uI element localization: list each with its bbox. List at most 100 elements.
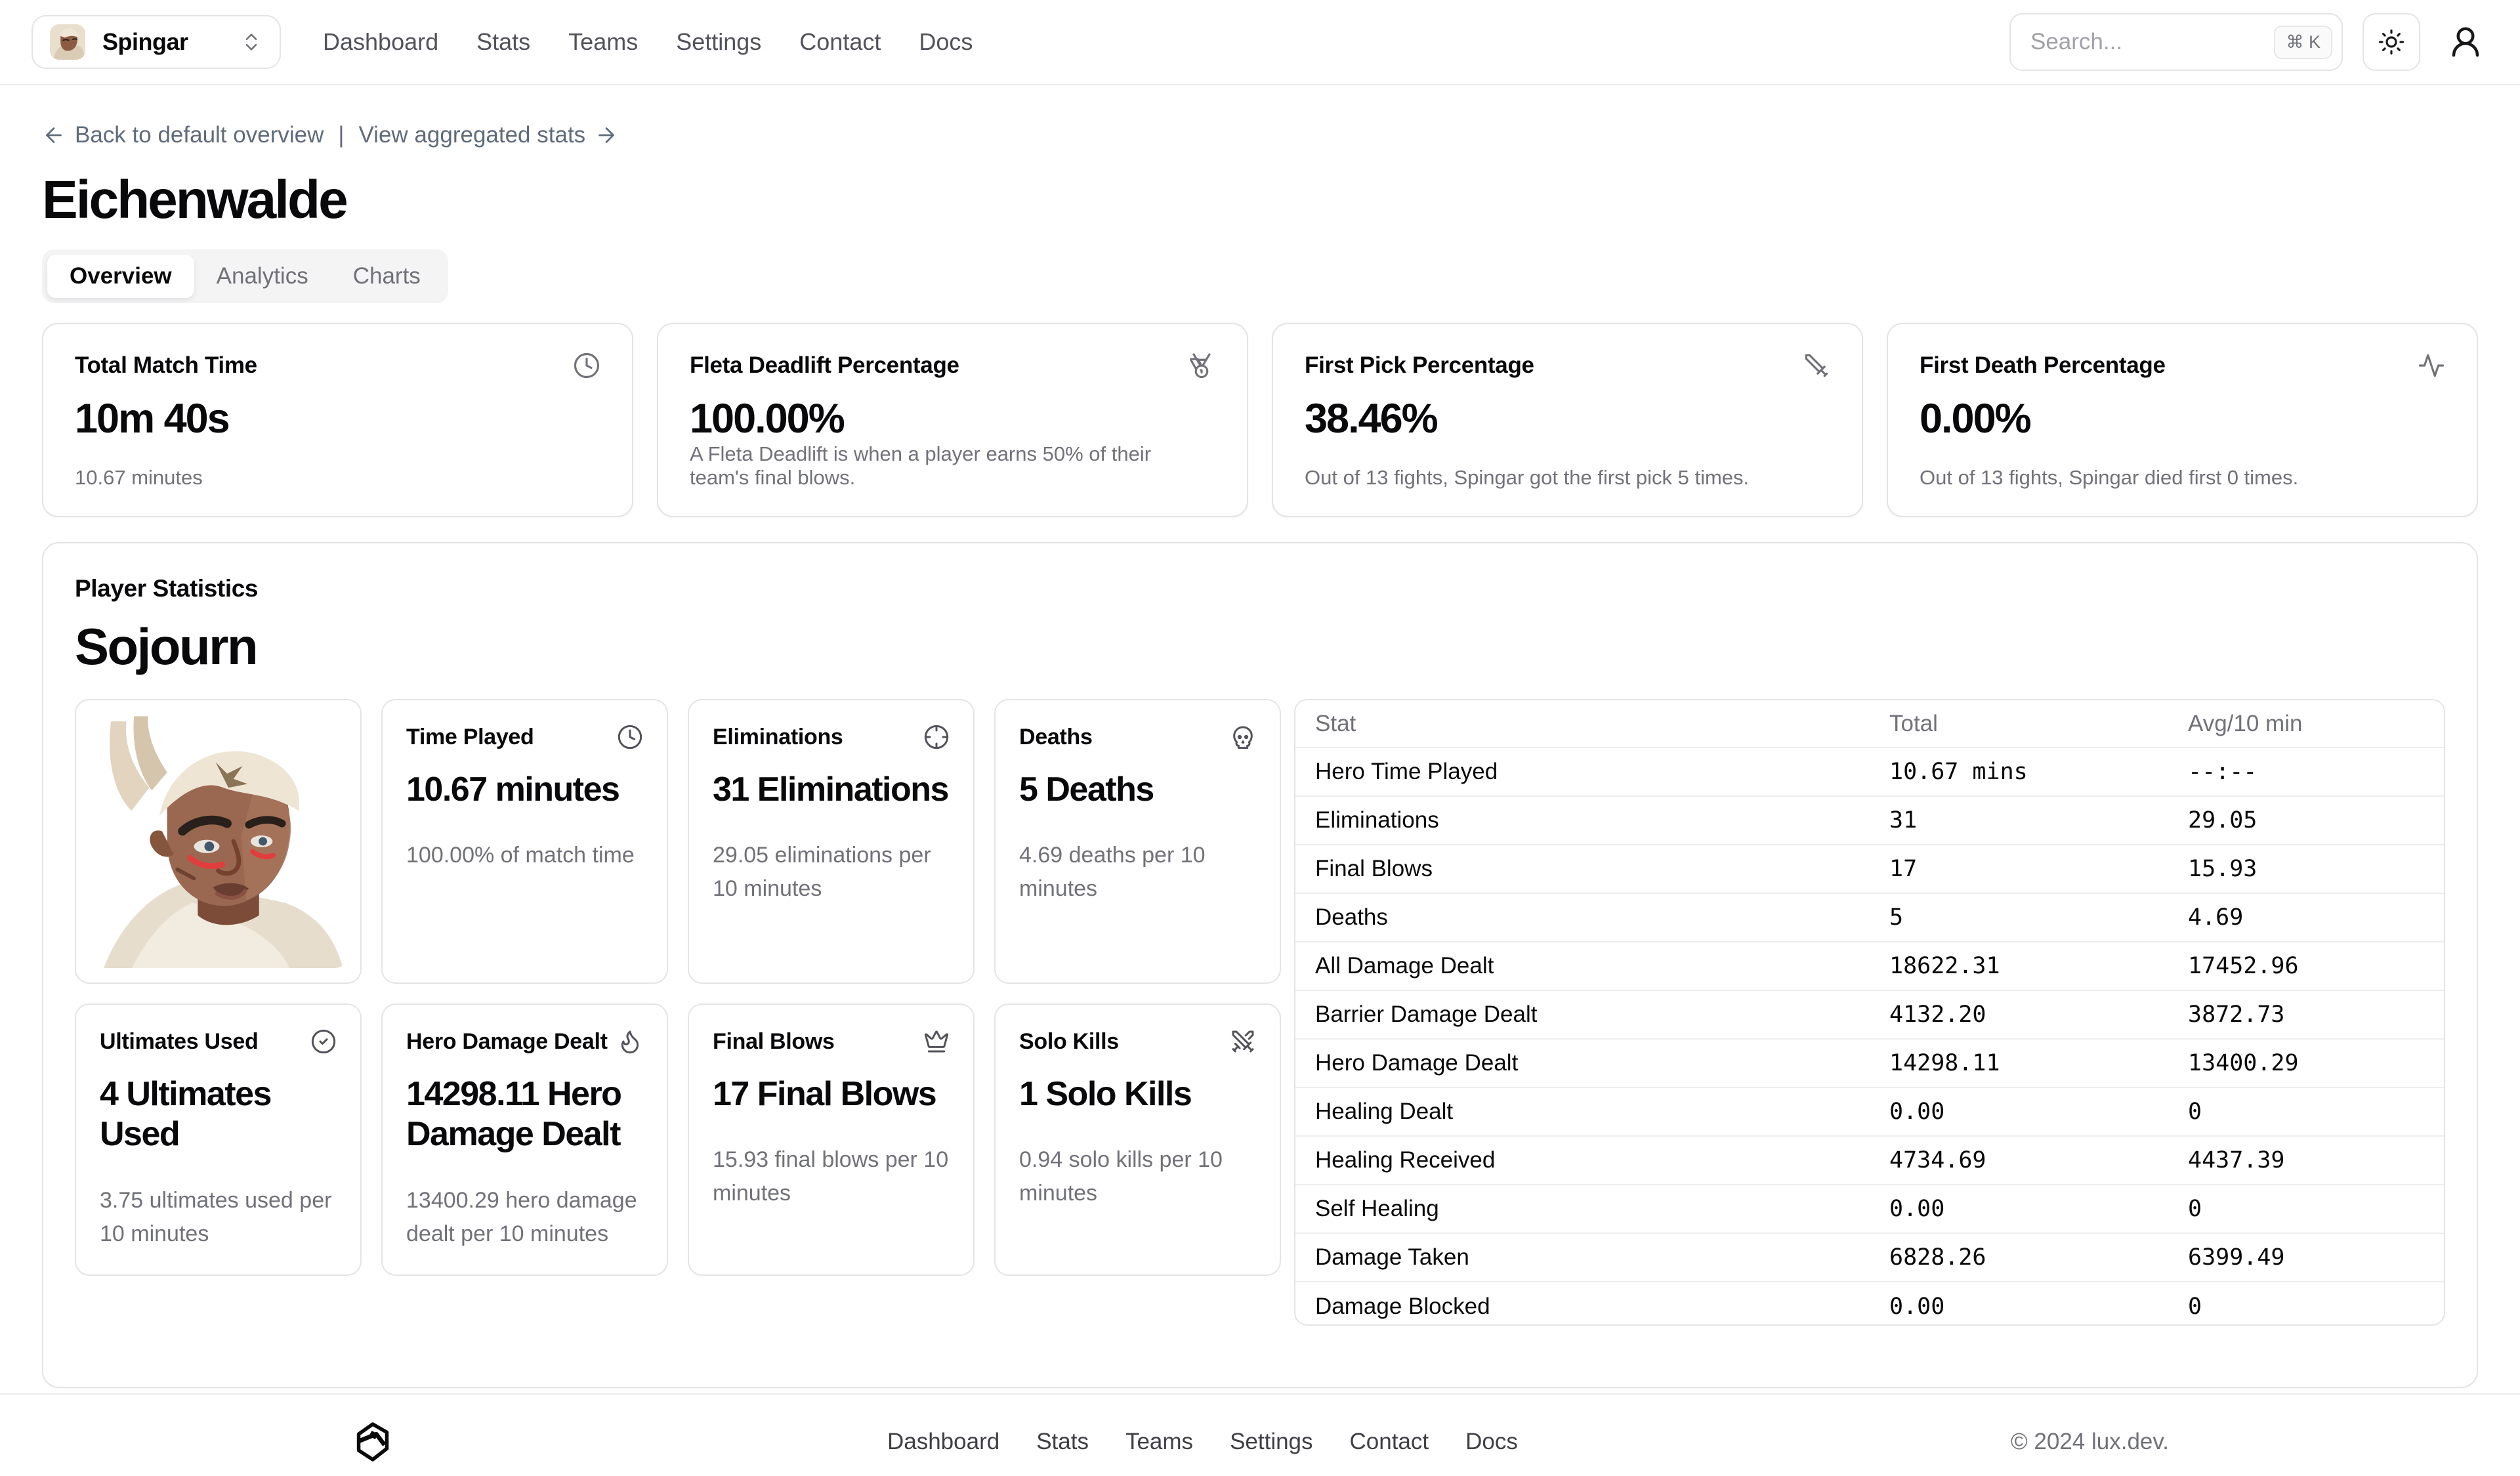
stat-name-cell: Damage Taken — [1295, 1233, 1870, 1282]
summary-card: Total Match Time 10m 40s 10.67 minutes — [42, 323, 633, 517]
activity-icon — [2418, 352, 2445, 379]
table-row: Damage Taken 6828.26 6399.49 — [1295, 1233, 2444, 1282]
card-description: 4.69 deaths per 10 minutes — [1019, 839, 1256, 906]
breadcrumb: Back to default overview | View aggregat… — [42, 122, 2478, 148]
stat-avg-cell: 4.69 — [2168, 893, 2444, 942]
summary-card: First Death Percentage 0.00% Out of 13 f… — [1887, 323, 2478, 517]
flame-icon — [617, 1028, 643, 1055]
tab[interactable]: Overview — [47, 255, 194, 298]
stat-total-cell: 4734.69 — [1870, 1136, 2168, 1185]
table-row: Barrier Damage Dealt 4132.20 3872.73 — [1295, 990, 2444, 1039]
hero-stat-card: Deaths 5 Deaths 4.69 deaths per 10 minut… — [994, 699, 1281, 984]
card-description: Out of 13 fights, Spingar died first 0 t… — [1920, 466, 2445, 490]
nav-link[interactable]: Settings — [676, 28, 761, 56]
column-header-stat: Stat — [1295, 700, 1870, 748]
table-row: Damage Blocked 0.00 0 — [1295, 1282, 2444, 1326]
stat-avg-cell: 3872.73 — [2168, 990, 2444, 1039]
stat-total-cell: 5 — [1870, 893, 2168, 942]
footer-link[interactable]: Stats — [1036, 1429, 1089, 1455]
footer-link[interactable]: Dashboard — [887, 1429, 999, 1455]
card-label: Deaths — [1019, 725, 1093, 750]
stat-avg-cell: 17452.96 — [2168, 942, 2444, 990]
card-description: 0.94 solo kills per 10 minutes — [1019, 1143, 1256, 1210]
stat-total-cell: 18622.31 — [1870, 942, 2168, 990]
team-avatar — [50, 24, 85, 60]
search-input[interactable]: Search... ⌘ K — [2009, 13, 2343, 71]
nav-link[interactable]: Stats — [476, 28, 530, 56]
footer-link[interactable]: Teams — [1125, 1429, 1193, 1455]
hero-stat-card: Final Blows 17 Final Blows 15.93 final b… — [688, 1003, 975, 1276]
search-shortcut-kbd: ⌘ K — [2274, 26, 2332, 59]
nav-link[interactable]: Dashboard — [323, 28, 438, 56]
arrow-left-icon — [42, 123, 66, 147]
table-body: Hero Time Played 10.67 mins --:-- Elimin… — [1295, 748, 2444, 1326]
theme-toggle-button[interactable] — [2362, 13, 2420, 71]
user-icon[interactable] — [2448, 24, 2483, 60]
hero-stat-card: Eliminations 31 Eliminations 29.05 elimi… — [688, 699, 975, 984]
card-label: Final Blows — [713, 1029, 835, 1055]
card-value: 5 Deaths — [1019, 770, 1256, 810]
card-value: 1 Solo Kills — [1019, 1074, 1256, 1114]
stat-name-cell: Eliminations — [1295, 796, 1870, 845]
breadcrumb-separator: | — [334, 122, 348, 148]
summary-card: Fleta Deadlift Percentage 100.00% A Flet… — [657, 323, 1248, 517]
table-row: Hero Time Played 10.67 mins --:-- — [1295, 748, 2444, 796]
hero-stat-card: Hero Damage Dealt 14298.11 Hero Damage D… — [381, 1003, 668, 1276]
nav-link[interactable]: Teams — [568, 28, 638, 56]
card-label: Fleta Deadlift Percentage — [690, 352, 959, 379]
stat-name-cell: Hero Time Played — [1295, 748, 1870, 796]
stat-avg-cell: 13400.29 — [2168, 1039, 2444, 1087]
hero-portrait-image — [91, 715, 346, 968]
stat-total-cell: 10.67 mins — [1870, 748, 2168, 796]
nav-link[interactable]: Docs — [919, 28, 973, 56]
footer-links: Dashboard Stats Teams Settings Contact Docs — [887, 1429, 1518, 1455]
stat-name-cell: Healing Received — [1295, 1136, 1870, 1185]
table-row: All Damage Dealt 18622.31 17452.96 — [1295, 942, 2444, 990]
tab-bar: OverviewAnalyticsCharts — [42, 249, 448, 303]
sword-icon — [1803, 352, 1830, 379]
table-row: Healing Received 4734.69 4437.39 — [1295, 1136, 2444, 1185]
card-description: Out of 13 fights, Spingar got the first … — [1305, 466, 1830, 490]
card-description: 29.05 eliminations per 10 minutes — [713, 839, 950, 906]
stat-total-cell: 17 — [1870, 845, 2168, 893]
arrow-right-icon — [595, 123, 618, 147]
nav-links: Dashboard Stats Teams Settings Contact Docs — [323, 28, 973, 56]
stat-avg-cell: 15.93 — [2168, 845, 2444, 893]
clock-icon — [617, 724, 643, 750]
stat-avg-cell: 29.05 — [2168, 796, 2444, 845]
card-description: 13400.29 hero damage dealt per 10 minute… — [406, 1184, 643, 1251]
footer-link[interactable]: Docs — [1465, 1429, 1518, 1455]
card-value: 4 Ultimates Used — [100, 1074, 337, 1155]
column-header-avg: Avg/10 min — [2168, 700, 2444, 748]
top-nav: Spingar Dashboard Stats Teams Settings Conta… — [0, 0, 2520, 85]
stat-avg-cell: 0 — [2168, 1185, 2444, 1233]
card-label: Solo Kills — [1019, 1029, 1119, 1055]
footer: Dashboard Stats Teams Settings Contact Docs ©… — [0, 1393, 2520, 1476]
card-value: 100.00% — [690, 395, 1215, 442]
tab[interactable]: Analytics — [194, 255, 331, 298]
stat-total-cell: 14298.11 — [1870, 1039, 2168, 1087]
logo-shield-icon[interactable] — [351, 1420, 394, 1464]
footer-link[interactable]: Settings — [1230, 1429, 1312, 1455]
search-placeholder: Search... — [2030, 29, 2122, 55]
card-label: Eliminations — [713, 725, 843, 750]
card-value: 10m 40s — [75, 395, 600, 442]
card-label: First Pick Percentage — [1305, 352, 1534, 379]
table-row: Self Healing 0.00 0 — [1295, 1185, 2444, 1233]
view-aggregated-stats-link[interactable]: View aggregated stats — [358, 122, 618, 148]
card-value: 38.46% — [1305, 395, 1830, 442]
card-description: 100.00% of match time — [406, 839, 643, 872]
card-label: Hero Damage Dealt — [406, 1029, 608, 1055]
hero-stats-table: Stat Total Avg/10 min Hero Time Played 1… — [1294, 699, 2445, 1326]
crosshair-icon — [923, 724, 950, 750]
panel-grid: Time Played 10.67 minutes 100.00% of mat… — [75, 699, 2445, 1326]
tab[interactable]: Charts — [331, 255, 443, 298]
hero-stat-cards: Time Played 10.67 minutes 100.00% of mat… — [75, 699, 1281, 1276]
footer-link[interactable]: Contact — [1350, 1429, 1429, 1455]
nav-link[interactable]: Contact — [799, 28, 881, 56]
stat-total-cell: 0.00 — [1870, 1087, 2168, 1136]
back-to-overview-link[interactable]: Back to default overview — [42, 122, 324, 148]
stat-total-cell: 0.00 — [1870, 1185, 2168, 1233]
team-selector[interactable]: Spingar — [32, 15, 281, 69]
copyright: © 2024 lux.dev. — [2011, 1429, 2169, 1455]
